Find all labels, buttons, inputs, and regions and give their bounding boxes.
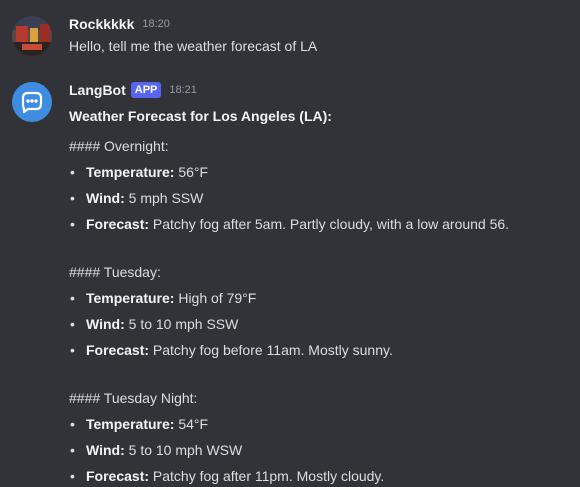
timestamp: 18:21 [169,84,197,96]
bot-avatar[interactable] [12,82,52,122]
section-heading-tuesday: #### Tuesday: [69,264,161,280]
username[interactable]: Rockkkkk [69,16,134,32]
message-header-user: Rockkkkk 18:20 [69,16,170,32]
list-item: • Wind: 5 mph SSW [70,190,204,206]
discord-bot-face-icon [12,82,52,122]
username[interactable]: LangBot [69,82,126,98]
section-heading-tuesday-night: #### Tuesday Night: [69,390,198,406]
list-item: • Forecast: Patchy fog before 11am. Mostl… [70,342,393,358]
list-item: • Temperature: High of 79°F [70,290,257,306]
message-text: Hello, tell me the weather forecast of L… [69,38,318,54]
section-heading-overnight: #### Overnight: [69,138,169,154]
list-item: • Temperature: 56°F [70,164,209,180]
user-avatar[interactable] [12,16,52,56]
timestamp: 18:20 [142,18,170,30]
list-item: • Forecast: Patchy fog after 11pm. Mostly… [70,468,385,484]
forecast-title: Weather Forecast for Los Angeles (LA): [69,108,332,124]
chat-panel: Rockkkkk 18:20 Hello, tell me the weathe… [0,0,580,487]
list-item: • Wind: 5 to 10 mph WSW [70,442,243,458]
list-item: • Temperature: 54°F [70,416,209,432]
message-header-bot: LangBot APP 18:21 [69,82,197,98]
list-item: • Wind: 5 to 10 mph SSW [70,316,239,332]
list-item: • Forecast: Patchy fog after 5am. Partly … [70,216,510,232]
app-badge: APP [130,82,162,98]
